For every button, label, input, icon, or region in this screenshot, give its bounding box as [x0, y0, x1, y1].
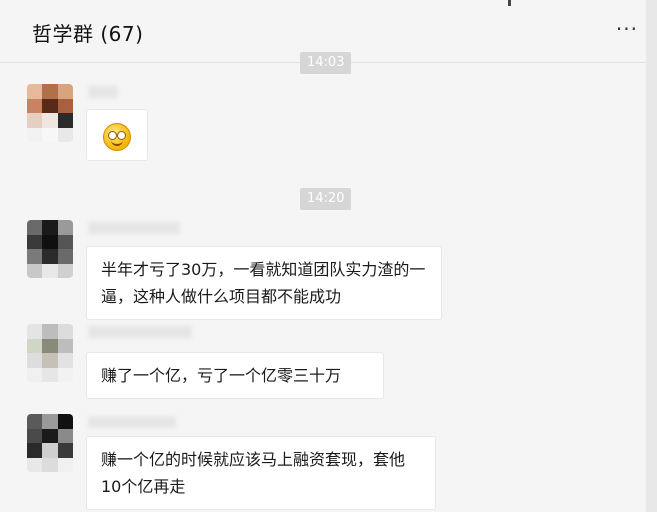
avatar[interactable]: [27, 220, 73, 278]
sender-name: [88, 222, 180, 236]
message-bubble[interactable]: 赚一个亿的时候就应该马上融资套现，套他10个亿再走: [86, 436, 436, 510]
sender-name: [88, 416, 176, 430]
message-bubble[interactable]: [86, 109, 148, 161]
scrollbar[interactable]: [646, 0, 657, 512]
avatar[interactable]: [27, 414, 73, 472]
more-options-icon[interactable]: ···: [616, 17, 638, 41]
timestamp: 14:20: [300, 188, 352, 210]
timestamp: 14:03: [300, 52, 352, 74]
grinning-face-icon: [103, 123, 131, 151]
sender-name: [88, 326, 192, 340]
avatar[interactable]: [27, 84, 73, 142]
chat-title: 哲学群 (67): [32, 22, 144, 46]
window-tick: [508, 0, 511, 6]
sender-name: [88, 86, 118, 100]
chat-window: 哲学群 (67) ··· 14:03 14:20 半年才亏了30万，一看就知道团…: [0, 0, 647, 512]
avatar[interactable]: [27, 324, 73, 382]
message-bubble[interactable]: 半年才亏了30万，一看就知道团队实力渣的一逼，这种人做什么项目都不能成功: [86, 246, 442, 320]
message-bubble[interactable]: 赚了一个亿，亏了一个亿零三十万: [86, 352, 384, 399]
